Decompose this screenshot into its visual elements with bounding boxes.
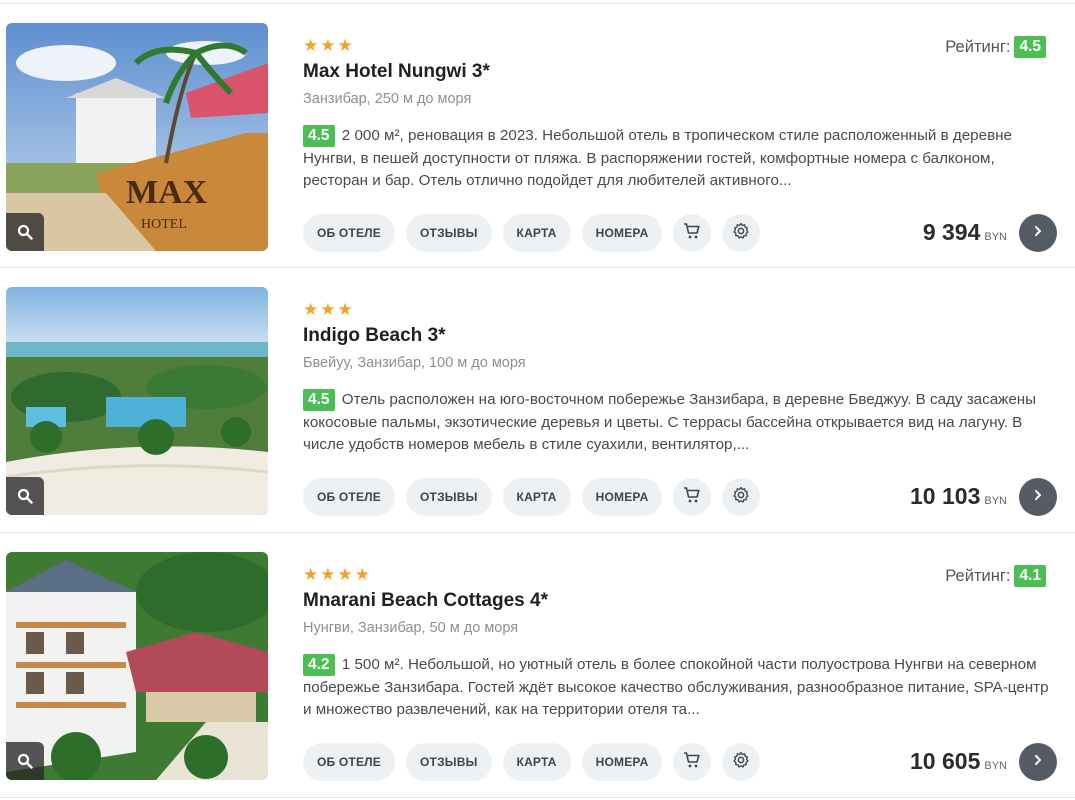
action-buttons: ОБ ОТЕЛЕ ОТЗЫВЫ КАРТА НОМЕРА — [303, 743, 761, 781]
hotel-description: 4.5 2 000 м², реновация в 2023. Небольшо… — [303, 125, 1058, 192]
chevron-right-icon — [1032, 753, 1044, 771]
score-badge: 4.5 — [303, 125, 335, 147]
reviews-button[interactable]: ОТЗЫВЫ — [406, 478, 492, 516]
about-hotel-button[interactable]: ОБ ОТЕЛЕ — [303, 743, 395, 781]
rating-block: Рейтинг: 4.5 — [945, 35, 1046, 59]
star-rating: ★★★ — [303, 300, 355, 319]
zoom-button[interactable] — [6, 742, 44, 780]
zoom-button[interactable] — [6, 477, 44, 515]
reviews-button[interactable]: ОТЗЫВЫ — [406, 214, 492, 252]
hotel-description: 4.2 1 500 м². Небольшой, но уютный отель… — [303, 654, 1058, 721]
reviews-button[interactable]: ОТЗЫВЫ — [406, 743, 492, 781]
gear-icon — [732, 751, 750, 774]
map-button[interactable]: КАРТА — [502, 214, 571, 252]
rating-label: Рейтинг: — [945, 567, 1011, 585]
open-hotel-button[interactable] — [1019, 214, 1057, 252]
price-currency: BYN — [984, 760, 1007, 772]
price: 10 605 BYN — [910, 748, 1007, 775]
cart-icon — [683, 486, 701, 509]
rooms-button[interactable]: НОМЕРА — [581, 214, 663, 252]
hotel-photo[interactable]: MAX HOTEL — [6, 23, 268, 251]
map-button[interactable]: КАРТА — [502, 743, 571, 781]
search-icon — [17, 224, 33, 240]
map-button[interactable]: КАРТА — [502, 478, 571, 516]
settings-button[interactable] — [722, 478, 761, 516]
svg-text:MAX: MAX — [126, 174, 208, 211]
hotel-description: 4.5 Отель расположен на юго-восточном по… — [303, 389, 1058, 456]
hotel-location: Бвейуу, Занзибар, 100 м до моря — [303, 355, 526, 371]
star-rating: ★★★★ — [303, 565, 372, 584]
rooms-button[interactable]: НОМЕРА — [581, 743, 663, 781]
hotel-photo[interactable] — [6, 287, 268, 515]
about-hotel-button[interactable]: ОБ ОТЕЛЕ — [303, 214, 395, 252]
rooms-button[interactable]: НОМЕРА — [581, 478, 663, 516]
hotel-card: ★★★★ Mnarani Beach Cottages 4* Нунгви, З… — [0, 533, 1075, 798]
zoom-button[interactable] — [6, 213, 44, 251]
action-buttons: ОБ ОТЕЛЕ ОТЗЫВЫ КАРТА НОМЕРА — [303, 214, 761, 252]
rating-badge: 4.1 — [1014, 565, 1046, 587]
rating-badge: 4.5 — [1014, 36, 1046, 58]
open-hotel-button[interactable] — [1019, 478, 1057, 516]
hotel-location: Занзибар, 250 м до моря — [303, 91, 472, 107]
search-icon — [17, 488, 33, 504]
description-text: Отель расположен на юго-восточном побере… — [303, 391, 1037, 453]
price-amount: 10 605 — [910, 748, 981, 774]
rating-block: Рейтинг: 4.1 — [945, 564, 1046, 588]
search-icon — [17, 753, 33, 769]
price: 10 103 BYN — [910, 483, 1007, 510]
rating-label: Рейтинг: — [945, 38, 1011, 56]
score-badge: 4.2 — [303, 654, 335, 676]
cart-icon — [683, 751, 701, 774]
price-currency: BYN — [984, 495, 1007, 507]
action-buttons: ОБ ОТЕЛЕ ОТЗЫВЫ КАРТА НОМЕРА — [303, 478, 761, 516]
price: 9 394 BYN — [923, 219, 1007, 246]
description-text: 1 500 м². Небольшой, но уютный отель в б… — [303, 656, 1049, 718]
hotel-name[interactable]: Max Hotel Nungwi 3* — [303, 60, 490, 84]
settings-button[interactable] — [722, 743, 761, 781]
svg-text:HOTEL: HOTEL — [141, 217, 187, 232]
cart-icon — [683, 222, 701, 245]
hotel-location: Нунгви, Занзибар, 50 м до моря — [303, 620, 519, 636]
about-hotel-button[interactable]: ОБ ОТЕЛЕ — [303, 478, 395, 516]
hotel-card: MAX HOTEL ★★★ Max Hotel Nungwi 3* Занзиб… — [0, 3, 1075, 268]
price-amount: 10 103 — [910, 483, 981, 509]
chevron-right-icon — [1032, 224, 1044, 242]
cart-button[interactable] — [673, 214, 712, 252]
chevron-right-icon — [1032, 488, 1044, 506]
star-rating: ★★★ — [303, 36, 355, 55]
hotel-card: ★★★ Indigo Beach 3* Бвейуу, Занзибар, 10… — [0, 268, 1075, 533]
score-badge: 4.5 — [303, 389, 335, 411]
cart-button[interactable] — [673, 743, 712, 781]
gear-icon — [732, 486, 750, 509]
open-hotel-button[interactable] — [1019, 743, 1057, 781]
hotel-name[interactable]: Indigo Beach 3* — [303, 324, 446, 348]
settings-button[interactable] — [722, 214, 761, 252]
gear-icon — [732, 222, 750, 245]
description-text: 2 000 м², реновация в 2023. Небольшой от… — [303, 127, 1012, 189]
cart-button[interactable] — [673, 478, 712, 516]
hotel-name[interactable]: Mnarani Beach Cottages 4* — [303, 589, 548, 613]
price-currency: BYN — [984, 231, 1007, 243]
price-amount: 9 394 — [922, 219, 981, 245]
hotel-photo[interactable] — [6, 552, 268, 780]
